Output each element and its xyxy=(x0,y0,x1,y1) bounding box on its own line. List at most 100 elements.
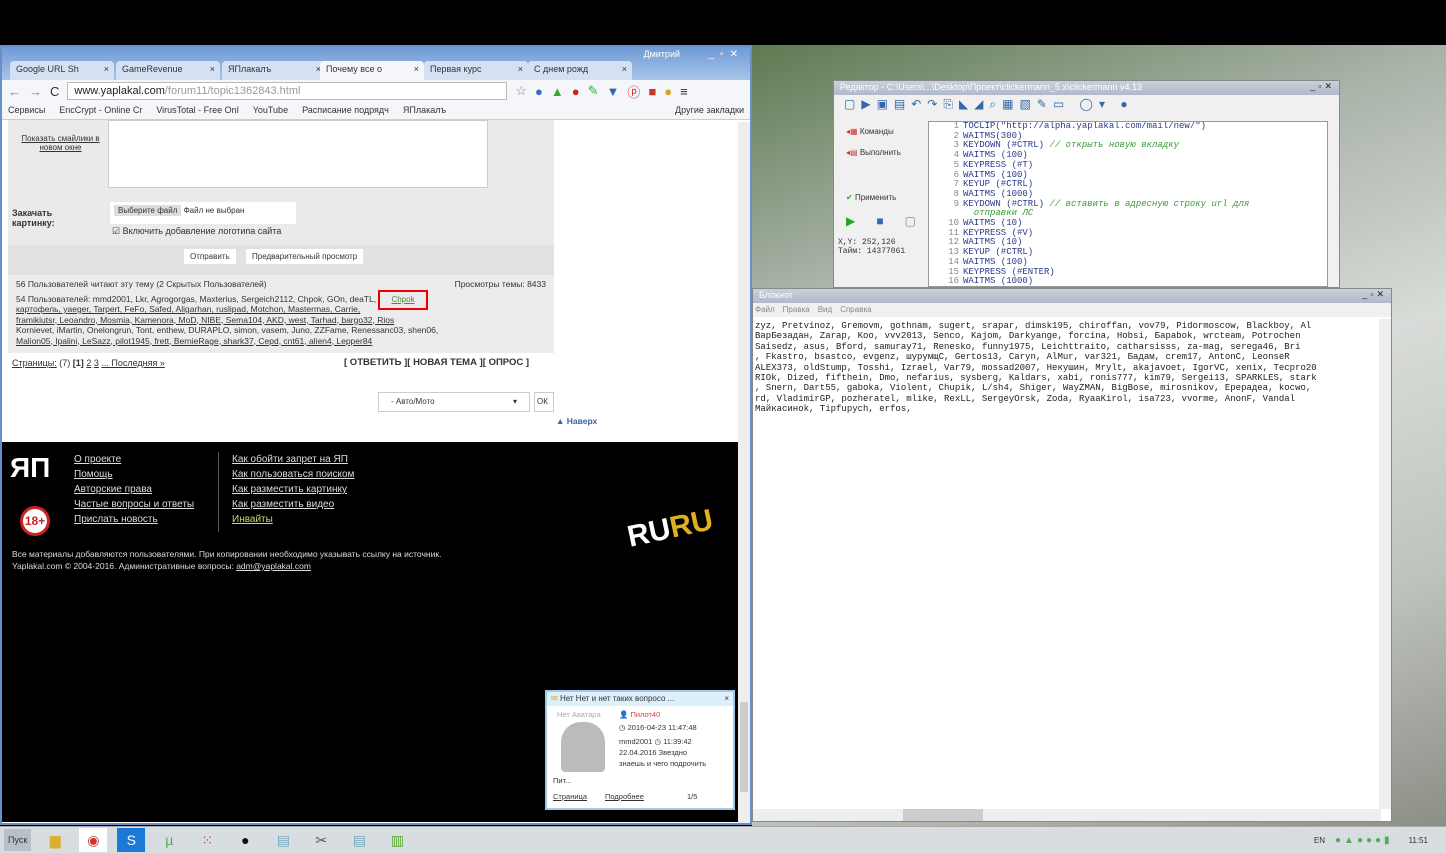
bookmark[interactable]: YouTube xyxy=(253,105,288,116)
clickermann-icon[interactable]: ✂ xyxy=(307,828,335,852)
extension-icon[interactable]: ✎ xyxy=(588,83,599,99)
close-icon[interactable]: × xyxy=(414,64,419,74)
users-line[interactable]: 54 Пользователей: mmd2001, Lkr, Agrogorg… xyxy=(16,294,546,305)
notepad-icon[interactable]: ▤ xyxy=(269,828,297,852)
clock[interactable]: 11:51 xyxy=(1403,836,1446,845)
tab[interactable]: С днем рожд × xyxy=(528,61,632,80)
horizontal-scrollbar[interactable] xyxy=(753,809,1381,821)
execute-item[interactable]: ◂▤ Выполнить xyxy=(838,142,924,163)
close-icon[interactable]: × xyxy=(104,64,109,74)
highlight-box[interactable]: Chpok xyxy=(378,290,428,310)
ruru-logo[interactable]: RURU xyxy=(624,503,716,554)
pages-link[interactable]: Страницы: xyxy=(12,358,57,368)
users-line[interactable]: framikiutsr, Leoandro, Mosmia, Kamenora,… xyxy=(16,315,546,326)
extension-icon[interactable]: ▲ xyxy=(551,84,564,99)
footer-link[interactable]: Инвайты xyxy=(232,512,354,527)
site-logo[interactable]: ЯП xyxy=(10,452,50,484)
chrome-icon[interactable]: ◉ xyxy=(79,828,108,852)
bookmark[interactable]: ЯПлакалъ xyxy=(403,105,446,116)
apps-icon[interactable]: ⁙ xyxy=(193,828,221,852)
forum-jump-select[interactable]: - Авто/Мото ▾ xyxy=(378,392,530,412)
file-input[interactable]: Выберите файл Файл не выбран xyxy=(110,202,296,224)
reload-icon[interactable]: C xyxy=(50,84,59,99)
menu-icon[interactable]: ≡ xyxy=(680,84,688,99)
message-textarea[interactable] xyxy=(108,120,488,188)
users-line[interactable]: Malion05, Ipalini, LeSazz, pilot1945, fr… xyxy=(16,336,546,347)
bookmark[interactable]: Сервисы xyxy=(8,105,45,116)
footer-link[interactable]: Авторские права xyxy=(74,482,194,497)
menu-item[interactable]: Файл xyxy=(755,305,775,315)
footer-link[interactable]: Как разместить картинку xyxy=(232,482,354,497)
footer-link[interactable]: Помощь xyxy=(74,467,194,482)
editor-titlebar[interactable]: Редактор - C:\Users\...\Desktop\Проект\c… xyxy=(834,81,1339,95)
code-editor[interactable]: 1 TOCLIP("http://alpha.yaplakal.com/mail/… xyxy=(928,121,1328,287)
new-topic-button[interactable]: [ НОВАЯ ТЕМА ] xyxy=(407,357,483,368)
tab[interactable]: GameRevenue × xyxy=(116,61,220,80)
menu-item[interactable]: Правка xyxy=(783,305,810,315)
folder-icon[interactable]: ▆ xyxy=(41,828,69,852)
last-page-link[interactable]: ... Последняя » xyxy=(101,358,165,368)
show-smilies-link[interactable]: Показать смайлики в новом окне xyxy=(18,134,103,152)
editor-icon[interactable]: ▥ xyxy=(383,828,411,852)
extension-icon[interactable]: ● xyxy=(535,84,543,99)
notepad-icon[interactable]: ▤ xyxy=(345,828,373,852)
choose-file-button[interactable]: Выберите файл xyxy=(114,205,182,216)
flag-icon[interactable]: ■ xyxy=(648,84,656,99)
reply-button[interactable]: [ ОТВЕТИТЬ ] xyxy=(344,357,407,368)
details-link[interactable]: Подробнее xyxy=(605,792,644,801)
back-to-top-link[interactable]: ▲ Наверх xyxy=(556,416,597,426)
window-controls[interactable]: _▫✕ xyxy=(709,49,745,60)
forward-icon[interactable]: → xyxy=(29,84,42,99)
back-icon[interactable]: ← xyxy=(8,84,21,99)
page-scrollbar[interactable] xyxy=(738,122,750,823)
pinterest-icon[interactable]: ⓟ xyxy=(627,82,640,101)
footer-link[interactable]: Как пользоваться поиском xyxy=(232,467,354,482)
page-link[interactable]: Страница xyxy=(553,792,587,801)
tab-active[interactable]: Почему все о × xyxy=(320,61,424,80)
page-link[interactable]: 3 xyxy=(94,358,99,368)
window-controls[interactable]: _▫✕ xyxy=(1362,289,1387,300)
users-line[interactable]: Kornievet, iMartin, Onelongrun, Tont, en… xyxy=(16,325,546,336)
close-icon[interactable]: × xyxy=(518,64,523,74)
menu-item[interactable]: Справка xyxy=(840,305,871,315)
close-icon[interactable]: × xyxy=(210,64,215,74)
bookmark[interactable]: Расписание подрядч xyxy=(302,105,389,116)
start-button[interactable]: Пуск xyxy=(4,829,32,851)
tab[interactable]: Первая курс × xyxy=(424,61,528,80)
skype-icon[interactable]: S xyxy=(117,828,146,852)
record-icon[interactable]: ▢ xyxy=(905,214,916,228)
footer-link[interactable]: О проекте xyxy=(74,452,194,467)
extension-icon[interactable]: ● xyxy=(572,84,580,99)
preview-button[interactable]: Предварительный просмотр xyxy=(246,249,364,264)
star-icon[interactable]: ☆ xyxy=(515,83,527,99)
address-bar[interactable]: www.yaplakal.com/forum11/topic1362843.ht… xyxy=(67,82,508,100)
poll-button[interactable]: [ ОПРОС ] xyxy=(483,357,529,368)
tray-icons[interactable]: ●▲●●●▮ xyxy=(1335,835,1393,846)
footer-link[interactable]: Частые вопросы и ответы xyxy=(74,497,194,512)
extension-icon[interactable]: ● xyxy=(664,84,672,99)
language-indicator[interactable]: EN xyxy=(1314,836,1325,845)
editor-toolbar[interactable]: ▢▶▣▤↶↷⎘◣◢⌕▦▧✎▭ ◯▾ ● xyxy=(834,95,1339,117)
apply-button[interactable]: ✔ Применить xyxy=(838,187,924,208)
obs-icon[interactable]: ● xyxy=(231,828,259,852)
bookmark[interactable]: EncCrypt - Online Cr xyxy=(59,105,142,116)
footer-link[interactable]: Как обойти запрет на ЯП xyxy=(232,452,354,467)
profile-name[interactable]: Дмитрий xyxy=(644,49,681,59)
notepad-text-area[interactable]: zyz, Pretvinoz, Gremovm, gothnam, sugert… xyxy=(753,319,1377,809)
commands-item[interactable]: ◂▦ Команды xyxy=(838,121,924,142)
notepad-titlebar[interactable]: Блокнот _▫✕ xyxy=(753,289,1391,303)
popup-user[interactable]: 👤 Пилот40 xyxy=(619,710,660,719)
download-icon[interactable]: ▼ xyxy=(607,84,620,99)
footer-link[interactable]: Как разместить видео xyxy=(232,497,354,512)
tab[interactable]: Google URL Sh × xyxy=(10,61,114,80)
close-icon[interactable]: × xyxy=(724,694,729,703)
stop-icon[interactable]: ■ xyxy=(876,214,883,228)
page-link[interactable]: 2 xyxy=(86,358,91,368)
menu-item[interactable]: Вид xyxy=(818,305,832,315)
message-popup[interactable]: ✉ Нет Нет и нет таких вопросо ... × Нет А… xyxy=(545,690,735,810)
tab[interactable]: ЯПлакалъ × xyxy=(222,61,326,80)
window-controls[interactable]: _▫✕ xyxy=(1310,81,1335,92)
send-button[interactable]: Отправить xyxy=(184,249,236,264)
watermark-checkbox[interactable]: ☑ Включить добавление логотипа сайта xyxy=(112,226,281,237)
close-icon[interactable]: × xyxy=(622,64,627,74)
